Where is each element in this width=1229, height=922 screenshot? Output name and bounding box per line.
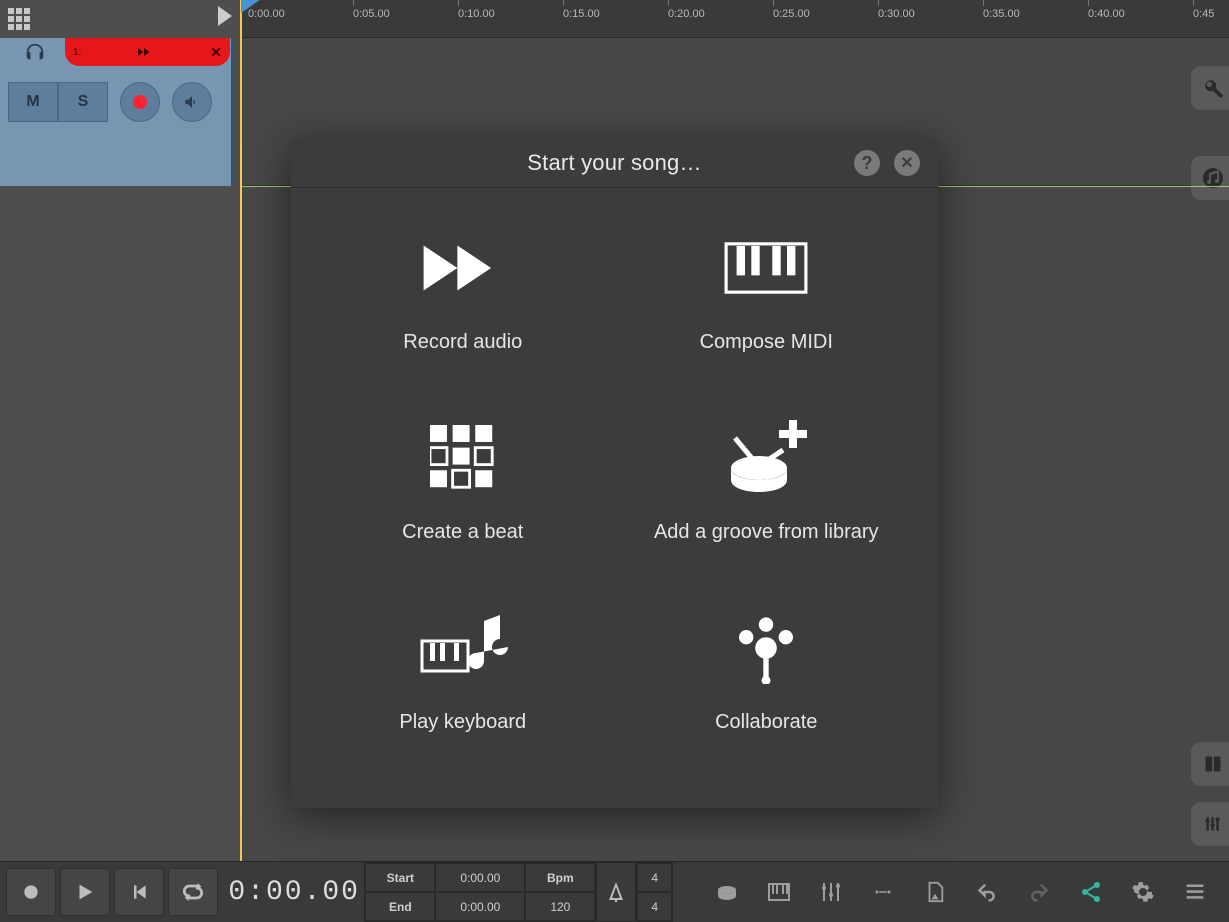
start-label: Start — [365, 863, 435, 892]
drum-icon[interactable] — [713, 878, 741, 906]
metronome-button[interactable] — [596, 862, 636, 922]
modal-title: Start your song… — [527, 150, 701, 176]
record-dot-icon — [133, 95, 147, 109]
right-tools-top — [1191, 66, 1229, 200]
timeline-ruler[interactable]: 0:00.00 0:05.00 0:10.00 0:15.00 0:20.00 … — [240, 0, 1229, 38]
option-label: Play keyboard — [399, 711, 526, 734]
option-add-groove[interactable]: Add a groove from library — [615, 388, 919, 578]
track-close-button[interactable]: ✕ — [210, 44, 222, 61]
go-to-start-button[interactable] — [114, 868, 164, 916]
undo-icon[interactable] — [973, 878, 1001, 906]
keyboard-note-icon — [418, 613, 508, 683]
option-label: Record audio — [403, 331, 522, 354]
help-button[interactable]: ? — [854, 150, 880, 176]
drum-plus-icon — [721, 423, 811, 493]
track-header: 1: ✕ M S — [0, 38, 233, 186]
ruler-tick: 0:30.00 — [878, 8, 915, 20]
option-label: Compose MIDI — [700, 331, 833, 354]
ruler-tick: 0:20.00 — [668, 8, 705, 20]
loop-button[interactable] — [168, 868, 218, 916]
fast-forward-icon — [418, 233, 508, 303]
option-compose-midi[interactable]: Compose MIDI — [615, 198, 919, 388]
monitor-button[interactable] — [172, 82, 212, 122]
grid-icon — [8, 8, 30, 30]
ruler-tick: 0:25.00 — [773, 8, 810, 20]
ruler-tick: 0:40.00 — [1088, 8, 1125, 20]
panels-button[interactable] — [1191, 742, 1229, 786]
redo-icon[interactable] — [1025, 878, 1053, 906]
ts-denominator[interactable]: 4 — [637, 892, 672, 921]
record-arm-button[interactable] — [120, 82, 160, 122]
track-number: 1: — [73, 47, 81, 58]
solo-button[interactable]: S — [58, 82, 108, 122]
ruler-tick: 0:10.00 — [458, 8, 495, 20]
mute-button[interactable]: M — [8, 82, 58, 122]
transport-bar: 0:00.00 Start 0:00.00 Bpm End 0:00.00 12… — [0, 861, 1229, 922]
tools-wrench-button[interactable] — [1191, 66, 1229, 110]
settings-icon[interactable] — [1129, 878, 1157, 906]
close-button[interactable]: ✕ — [894, 150, 920, 176]
file-icon[interactable] — [921, 878, 949, 906]
share-icon[interactable] — [1077, 878, 1105, 906]
track-tab[interactable]: 1: ✕ — [65, 38, 230, 66]
option-collaborate[interactable]: Collaborate — [615, 578, 919, 768]
record-button[interactable] — [6, 868, 56, 916]
playhead-line[interactable] — [240, 0, 242, 861]
piano-icon — [721, 233, 811, 303]
end-value[interactable]: 0:00.00 — [435, 892, 525, 921]
menu-icon[interactable] — [1181, 878, 1209, 906]
time-signature[interactable]: 4 4 — [636, 862, 673, 922]
option-label: Collaborate — [715, 711, 817, 734]
ruler-tick: 0:35.00 — [983, 8, 1020, 20]
bpm-value[interactable]: 120 — [525, 892, 595, 921]
trim-icon[interactable] — [869, 878, 897, 906]
transport-info: Start 0:00.00 Bpm End 0:00.00 120 — [364, 862, 596, 922]
ruler-tick: 0:45 — [1193, 8, 1214, 20]
end-label: End — [365, 892, 435, 921]
playhead-caret-icon[interactable] — [218, 6, 232, 26]
start-song-modal: Start your song… ? ✕ Record audio Compos… — [291, 138, 938, 808]
option-label: Create a beat — [402, 521, 523, 544]
option-create-beat[interactable]: Create a beat — [311, 388, 615, 578]
play-button[interactable] — [60, 868, 110, 916]
option-label: Add a groove from library — [654, 521, 879, 544]
time-display[interactable]: 0:00.00 — [224, 862, 364, 922]
start-value[interactable]: 0:00.00 — [435, 863, 525, 892]
bpm-label: Bpm — [525, 863, 595, 892]
option-play-keyboard[interactable]: Play keyboard — [311, 578, 615, 768]
ruler-tick: 0:15.00 — [563, 8, 600, 20]
grid-layout-button[interactable] — [4, 4, 34, 34]
piano-icon[interactable] — [765, 878, 793, 906]
right-tools-bottom — [1191, 742, 1229, 846]
option-record-audio[interactable]: Record audio — [311, 198, 615, 388]
globe-music-button[interactable] — [1191, 156, 1229, 200]
footer-tools — [673, 862, 1229, 922]
headphones-button[interactable] — [22, 42, 50, 66]
fast-forward-icon — [138, 45, 154, 59]
sliders-button[interactable] — [1191, 802, 1229, 846]
mixer-icon[interactable] — [817, 878, 845, 906]
pad-grid-icon — [418, 423, 508, 493]
collaborate-icon — [721, 613, 811, 683]
ruler-tick: 0:05.00 — [353, 8, 390, 20]
playhead-triangle-icon — [241, 0, 261, 13]
ts-numerator[interactable]: 4 — [637, 863, 672, 892]
